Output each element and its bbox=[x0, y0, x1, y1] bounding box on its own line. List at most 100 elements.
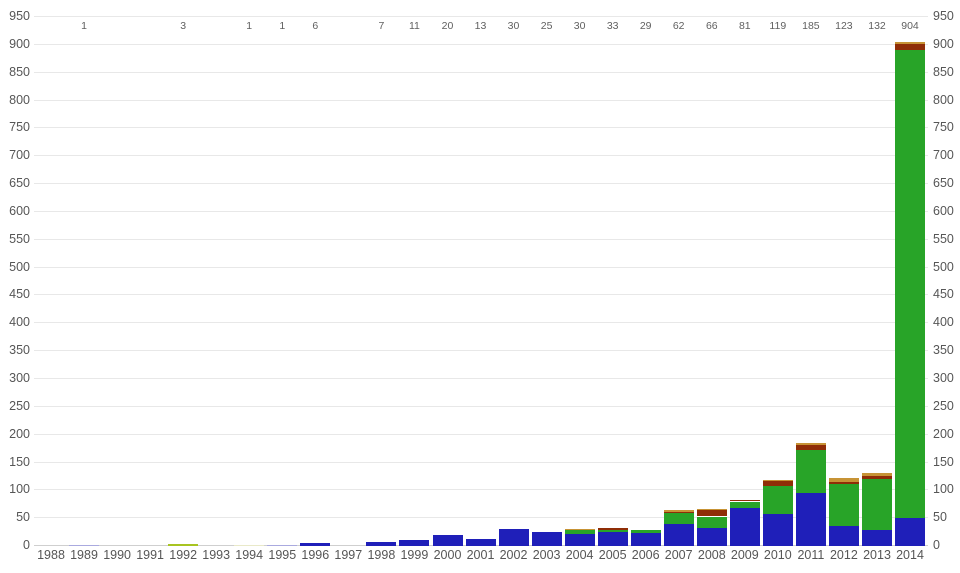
bar-segment-cream[interactable] bbox=[234, 545, 264, 546]
y-tick-right-300: 300 bbox=[933, 371, 960, 385]
bar-segment-gold[interactable] bbox=[796, 443, 826, 445]
bar-segment-blue[interactable] bbox=[366, 542, 396, 546]
y-tick-right-650: 650 bbox=[933, 176, 960, 190]
y-tick-right-850: 850 bbox=[933, 65, 960, 79]
bar-segment-blue[interactable] bbox=[730, 508, 760, 546]
gridline-50 bbox=[34, 517, 928, 518]
y-tick-right-500: 500 bbox=[933, 260, 960, 274]
bar-segment-green[interactable] bbox=[697, 517, 727, 528]
y-tick-left-200: 200 bbox=[0, 427, 30, 441]
bar-segment-blue[interactable] bbox=[664, 524, 694, 546]
gridline-750 bbox=[34, 127, 928, 128]
y-tick-right-150: 150 bbox=[933, 455, 960, 469]
bar-segment-maroon[interactable] bbox=[829, 482, 859, 484]
bar-segment-blue[interactable] bbox=[433, 535, 463, 546]
y-tick-right-50: 50 bbox=[933, 510, 960, 524]
bar-segment-maroon[interactable] bbox=[796, 445, 826, 450]
y-tick-left-500: 500 bbox=[0, 260, 30, 274]
bar-segment-gold[interactable] bbox=[862, 473, 892, 476]
bar-segment-maroon[interactable] bbox=[895, 44, 925, 51]
gridline-200 bbox=[34, 434, 928, 435]
bar-segment-maroon[interactable] bbox=[664, 512, 694, 513]
gridline-450 bbox=[34, 294, 928, 295]
y-tick-left-950: 950 bbox=[0, 9, 30, 23]
bar-total-1996: 6 bbox=[295, 20, 335, 32]
y-tick-right-200: 200 bbox=[933, 427, 960, 441]
bar-segment-green[interactable] bbox=[664, 513, 694, 524]
y-tick-left-700: 700 bbox=[0, 148, 30, 162]
y-tick-left-850: 850 bbox=[0, 65, 30, 79]
bar-segment-blue[interactable] bbox=[565, 534, 595, 546]
y-tick-left-300: 300 bbox=[0, 371, 30, 385]
bar-segment-blue[interactable] bbox=[829, 526, 859, 546]
bar-segment-green[interactable] bbox=[895, 50, 925, 518]
bar-segment-gold[interactable] bbox=[565, 529, 595, 530]
gridline-800 bbox=[34, 100, 928, 101]
bar-segment-maroon[interactable] bbox=[730, 500, 760, 501]
bar-segment-blue[interactable] bbox=[631, 533, 661, 546]
y-tick-left-50: 50 bbox=[0, 510, 30, 524]
y-tick-left-900: 900 bbox=[0, 37, 30, 51]
bar-segment-blue[interactable] bbox=[499, 529, 529, 546]
y-tick-left-150: 150 bbox=[0, 455, 30, 469]
y-tick-right-750: 750 bbox=[933, 120, 960, 134]
stacked-bar-chart: 0501001502002503003504004505005506006507… bbox=[0, 0, 960, 573]
gridline-500 bbox=[34, 267, 928, 268]
y-tick-left-600: 600 bbox=[0, 204, 30, 218]
y-tick-left-650: 650 bbox=[0, 176, 30, 190]
bar-segment-green[interactable] bbox=[796, 450, 826, 493]
y-tick-left-100: 100 bbox=[0, 482, 30, 496]
bar-segment-gold[interactable] bbox=[697, 509, 727, 510]
gridline-600 bbox=[34, 211, 928, 212]
bar-segment-blue[interactable] bbox=[399, 540, 429, 546]
y-tick-right-400: 400 bbox=[933, 315, 960, 329]
y-tick-right-350: 350 bbox=[933, 343, 960, 357]
bar-segment-lavender[interactable] bbox=[267, 545, 297, 546]
bar-segment-green[interactable] bbox=[763, 486, 793, 513]
bar-segment-green[interactable] bbox=[829, 484, 859, 526]
y-tick-right-900: 900 bbox=[933, 37, 960, 51]
y-tick-left-550: 550 bbox=[0, 232, 30, 246]
bar-segment-blue[interactable] bbox=[300, 543, 330, 546]
gridline-850 bbox=[34, 72, 928, 73]
x-tick-2014: 2014 bbox=[890, 548, 930, 562]
bar-segment-blue[interactable] bbox=[466, 539, 496, 546]
bar-segment-blue[interactable] bbox=[697, 528, 727, 546]
gridline-700 bbox=[34, 155, 928, 156]
bar-segment-maroon[interactable] bbox=[598, 528, 628, 531]
bar-segment-lavender[interactable] bbox=[69, 545, 99, 546]
bar-segment-gold[interactable] bbox=[664, 510, 694, 511]
bar-segment-blue[interactable] bbox=[598, 532, 628, 546]
bar-segment-maroon[interactable] bbox=[862, 476, 892, 479]
y-tick-left-250: 250 bbox=[0, 399, 30, 413]
bar-segment-gold[interactable] bbox=[763, 480, 793, 482]
bar-segment-maroon[interactable] bbox=[697, 510, 727, 516]
y-tick-left-750: 750 bbox=[0, 120, 30, 134]
y-tick-right-950: 950 bbox=[933, 9, 960, 23]
bar-segment-blue[interactable] bbox=[895, 518, 925, 546]
bar-segment-blue[interactable] bbox=[763, 514, 793, 546]
gridline-100 bbox=[34, 489, 928, 490]
bar-segment-blue[interactable] bbox=[862, 530, 892, 546]
bar-segment-green[interactable] bbox=[862, 479, 892, 530]
bar-segment-green[interactable] bbox=[598, 530, 628, 532]
bar-segment-green[interactable] bbox=[565, 530, 595, 533]
bar-segment-chartreuse[interactable] bbox=[168, 544, 198, 546]
bar-segment-blue[interactable] bbox=[532, 532, 562, 546]
y-tick-left-800: 800 bbox=[0, 93, 30, 107]
bar-segment-gold[interactable] bbox=[829, 478, 859, 483]
bar-segment-green[interactable] bbox=[730, 502, 760, 508]
y-tick-left-350: 350 bbox=[0, 343, 30, 357]
gridline-550 bbox=[34, 239, 928, 240]
bar-segment-blue[interactable] bbox=[796, 493, 826, 546]
bar-segment-maroon[interactable] bbox=[763, 481, 793, 486]
bar-segment-gold[interactable] bbox=[895, 42, 925, 43]
bar-total-1992: 3 bbox=[163, 20, 203, 32]
gridline-150 bbox=[34, 462, 928, 463]
gridline-650 bbox=[34, 183, 928, 184]
gridline-250 bbox=[34, 406, 928, 407]
y-tick-right-700: 700 bbox=[933, 148, 960, 162]
y-tick-left-400: 400 bbox=[0, 315, 30, 329]
y-tick-left-0: 0 bbox=[0, 538, 30, 552]
bar-segment-green[interactable] bbox=[631, 530, 661, 533]
